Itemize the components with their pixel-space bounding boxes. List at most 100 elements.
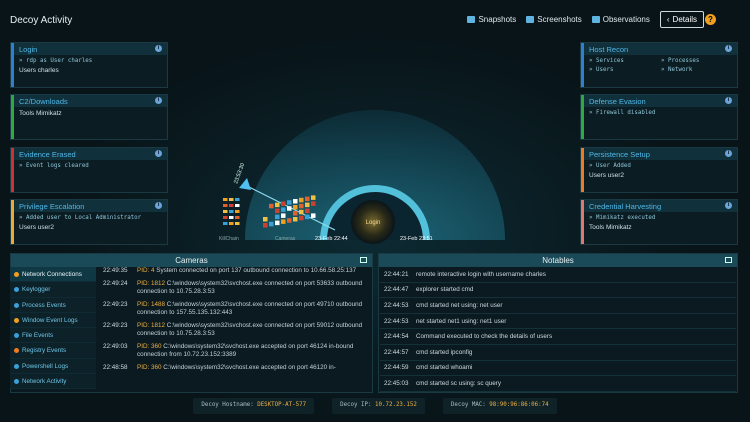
card-defense-evasion[interactable]: Defense Evasion i » Firewall disabled	[580, 94, 738, 140]
card-c2-downloads[interactable]: C2/Downloads i Tools Mimikatz	[10, 94, 168, 140]
killchain-tile[interactable]	[235, 204, 240, 207]
info-icon[interactable]: i	[155, 45, 162, 52]
event-tile[interactable]	[299, 204, 304, 209]
event-tile[interactable]	[299, 216, 304, 221]
details-button[interactable]: ‹ Details	[660, 11, 704, 28]
notable-row[interactable]: 22:44:53 net started net1 using: net1 use…	[380, 314, 736, 330]
event-tile[interactable]	[281, 201, 286, 206]
killchain-tile[interactable]	[223, 222, 228, 225]
event-tile[interactable]	[305, 203, 310, 208]
camera-tab[interactable]: File Events	[10, 328, 96, 343]
camera-tab[interactable]: Window Event Logs	[10, 313, 96, 328]
card-credential-harvesting[interactable]: Credential Harvesting i » Mimikatz execute…	[580, 199, 738, 245]
screenshots-button[interactable]: Screenshots	[526, 15, 581, 24]
info-icon[interactable]: i	[725, 45, 732, 52]
notable-row[interactable]: 22:44:47 explorer started cmd	[380, 283, 736, 299]
notable-row[interactable]: 22:45:03 cmd started sc using: sc query	[380, 376, 736, 392]
event-tile[interactable]	[305, 215, 310, 220]
event-tile[interactable]	[287, 200, 292, 205]
event-tile[interactable]	[275, 215, 280, 220]
event-tile[interactable]	[263, 223, 268, 228]
notable-text: remote interactive login with username c…	[416, 271, 546, 278]
log-entry[interactable]: 22:49:35 PID: 4 System connected on port …	[97, 267, 372, 275]
info-icon[interactable]: i	[725, 150, 732, 157]
minimize-icon[interactable]	[360, 257, 367, 263]
log-entry[interactable]: 22:49:24 PID: 1812 C:\windows\system32\sv…	[97, 280, 372, 296]
event-tile[interactable]	[311, 201, 316, 206]
event-tile[interactable]	[293, 211, 298, 216]
killchain-tile[interactable]	[223, 216, 228, 219]
camera-tab[interactable]: Network Connections	[10, 267, 96, 282]
notable-row[interactable]: 22:44:57 cmd started ipconfig	[380, 345, 736, 361]
log-message: PID: 1812 C:\windows\system32\svchost.ex…	[103, 280, 372, 296]
killchain-tile[interactable]	[223, 198, 228, 201]
event-tile[interactable]	[269, 222, 274, 227]
camera-tab[interactable]: Process Events	[10, 298, 96, 313]
event-tile[interactable]	[281, 219, 286, 224]
event-tile[interactable]	[311, 195, 316, 200]
notable-row[interactable]: 22:44:54 Command executed to check the de…	[380, 329, 736, 345]
killchain-tile[interactable]	[223, 210, 228, 213]
killchain-tile[interactable]	[235, 198, 240, 201]
event-tile[interactable]	[281, 213, 286, 218]
killchain-tile[interactable]	[229, 204, 234, 207]
status-dot	[14, 364, 19, 369]
notable-row[interactable]: 22:44:59 cmd started whoami	[380, 361, 736, 377]
event-tile[interactable]	[293, 205, 298, 210]
event-tile[interactable]	[287, 218, 292, 223]
card-login[interactable]: Login i » rdp as User charles Users charles	[10, 42, 168, 88]
event-tile[interactable]	[299, 198, 304, 203]
info-icon[interactable]: i	[155, 97, 162, 104]
log-entry[interactable]: 22:49:03 PID: 360 C:\windows\system32\svc…	[97, 343, 372, 359]
event-tile[interactable]	[275, 221, 280, 226]
killchain-tile[interactable]	[223, 204, 228, 207]
card-persistence-setup[interactable]: Persistence Setup i » User Added Users user…	[580, 147, 738, 193]
log-entry[interactable]: 22:48:58 PID: 360 C:\windows\system32\svc…	[97, 364, 372, 372]
camera-tab[interactable]: Powershell Logs	[10, 359, 96, 374]
minimize-icon[interactable]	[725, 257, 732, 263]
info-icon[interactable]: i	[725, 97, 732, 104]
event-tile[interactable]	[275, 203, 280, 208]
event-tile[interactable]	[263, 217, 268, 222]
killchain-tile[interactable]	[229, 198, 234, 201]
observations-button[interactable]: Observations	[592, 15, 650, 24]
info-icon[interactable]: i	[725, 202, 732, 209]
event-tile[interactable]	[269, 204, 274, 209]
killchain-tile[interactable]	[229, 216, 234, 219]
event-tile[interactable]	[275, 209, 280, 214]
killchain-tile[interactable]	[235, 216, 240, 219]
card-title: Credential Harvesting	[584, 200, 737, 212]
pointer-marker[interactable]	[239, 178, 251, 190]
card-evidence-erased[interactable]: Evidence Erased i » Event logs cleared	[10, 147, 168, 193]
notable-row[interactable]: 22:44:53 cmd started net using: net user	[380, 298, 736, 314]
event-tile[interactable]	[299, 210, 304, 215]
cameras-title: Cameras	[175, 256, 207, 265]
camera-tab[interactable]: Network Activity	[10, 374, 96, 389]
card-privilege-escalation[interactable]: Privilege Escalation i » Added user to Loc…	[10, 199, 168, 245]
snapshots-button[interactable]: Snapshots	[467, 15, 516, 24]
killchain-label: KillChain	[219, 236, 239, 242]
killchain-tile[interactable]	[235, 210, 240, 213]
event-tile[interactable]	[281, 207, 286, 212]
killchain-tile[interactable]	[235, 222, 240, 225]
log-entry[interactable]: 22:49:23 PID: 1812 C:\windows\system32\sv…	[97, 322, 372, 338]
killchain-tile[interactable]	[229, 210, 234, 213]
card-body: » User Added Users user2	[589, 162, 733, 180]
help-icon[interactable]: ?	[705, 14, 716, 25]
event-tile[interactable]	[305, 209, 310, 214]
status-dot	[14, 348, 19, 353]
event-tile[interactable]	[293, 217, 298, 222]
event-tile[interactable]	[293, 199, 298, 204]
camera-tab[interactable]: Registry Events	[10, 343, 96, 358]
info-icon[interactable]: i	[155, 150, 162, 157]
event-tile[interactable]	[305, 197, 310, 202]
info-icon[interactable]: i	[155, 202, 162, 209]
card-host-recon[interactable]: Host Recon i» Services» Processes» Users»…	[580, 42, 738, 88]
notable-row[interactable]: 22:44:21 remote interactive login with us…	[380, 267, 736, 283]
camera-tab[interactable]: Keylogger	[10, 282, 96, 297]
event-tile[interactable]	[287, 206, 292, 211]
killchain-tile[interactable]	[229, 222, 234, 225]
log-entry[interactable]: 22:49:23 PID: 1488 C:\windows\system32\sv…	[97, 301, 372, 317]
decoy-activity-app: Decoy Activity Snapshots Screenshots Obs…	[0, 0, 750, 422]
event-tile[interactable]	[311, 213, 316, 218]
